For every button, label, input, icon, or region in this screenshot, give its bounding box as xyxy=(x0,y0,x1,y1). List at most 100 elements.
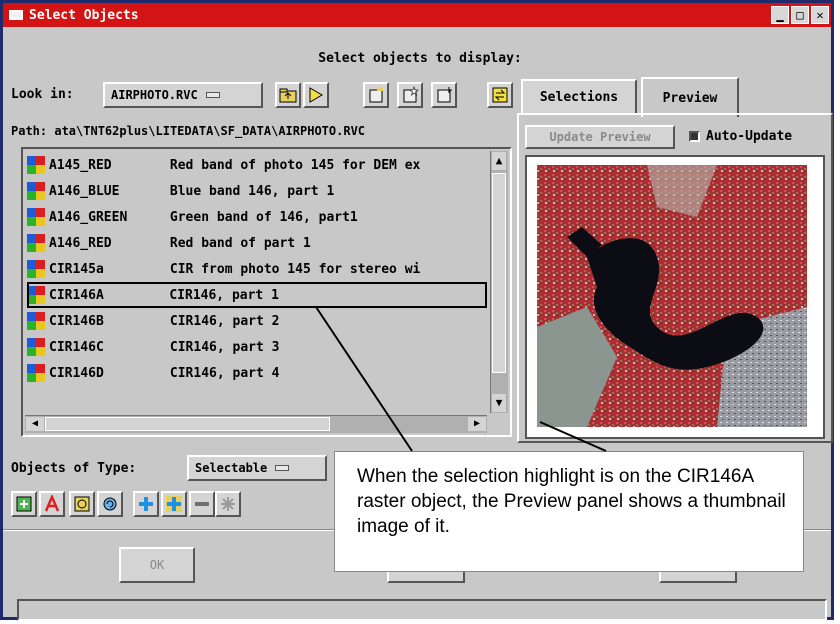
remove-minus-button[interactable] xyxy=(189,491,215,517)
title-bar[interactable]: Select Objects ▁ □ ✕ xyxy=(3,3,831,27)
raster-icon xyxy=(27,260,45,278)
scroll-left-icon[interactable]: ◀ xyxy=(26,417,44,431)
object-name: CIR145a xyxy=(49,261,104,277)
raster-icon xyxy=(27,338,45,356)
objects-of-type-label: Objects of Type: xyxy=(11,461,137,476)
object-name: A146_RED xyxy=(49,235,112,251)
swap-icon xyxy=(492,87,508,103)
object-name: A145_RED xyxy=(49,157,112,173)
add-plus-yellow-button[interactable] xyxy=(161,491,187,517)
path-display: Path: ata\TNT62plus\LITEDATA\SF_DATA\AIR… xyxy=(11,124,365,138)
path-value: ata\TNT62plus\LITEDATA\SF_DATA\AIRPHOTO.… xyxy=(54,124,366,138)
new-file-sparkle-button[interactable] xyxy=(431,82,457,108)
raster-icon xyxy=(27,364,45,382)
raster-icon xyxy=(27,156,45,174)
objects-of-type-value: Selectable xyxy=(195,461,268,475)
list-item[interactable]: A146_RED Red band of part 1 xyxy=(27,230,489,256)
look-in-label: Look in: xyxy=(11,87,74,102)
list-item[interactable]: CIR146B CIR146, part 2 xyxy=(27,308,489,334)
preview-thumbnail xyxy=(525,155,825,439)
object-name: A146_BLUE xyxy=(49,183,120,199)
add-plus-button[interactable] xyxy=(133,491,159,517)
object-name: CIR146D xyxy=(49,365,104,381)
object-name: CIR146B xyxy=(49,313,104,329)
refresh-icon xyxy=(103,497,117,511)
list-item[interactable]: A146_GREEN Green band of 146, part1 xyxy=(27,204,489,230)
list-item[interactable]: A146_BLUE Blue band 146, part 1 xyxy=(27,178,489,204)
tag-button[interactable] xyxy=(69,491,95,517)
swap-button[interactable] xyxy=(487,82,513,108)
tab-selections-label: Selections xyxy=(539,89,619,105)
scroll-down-icon[interactable]: ▼ xyxy=(492,394,506,412)
horizontal-scroll-thumb[interactable] xyxy=(45,417,330,431)
tab-preview[interactable]: Preview xyxy=(641,77,739,117)
refresh-button[interactable] xyxy=(97,491,123,517)
dropdown-arrow-icon xyxy=(275,465,290,471)
scroll-right-icon[interactable]: ▶ xyxy=(468,417,486,431)
ok-button[interactable]: OK xyxy=(119,547,195,583)
scroll-up-icon[interactable]: ▲ xyxy=(492,152,506,170)
new-file-icon xyxy=(369,87,383,103)
new-file-star-button[interactable] xyxy=(397,82,423,108)
folder-up-button[interactable] xyxy=(275,82,301,108)
object-description: Red band of photo 145 for DEM ex xyxy=(169,157,421,173)
auto-update-toggle[interactable]: Auto-Update xyxy=(689,129,792,144)
minimize-icon[interactable]: ▁ xyxy=(771,6,789,24)
tab-selections[interactable]: Selections xyxy=(521,79,637,115)
close-icon[interactable]: ✕ xyxy=(811,6,829,24)
maximize-icon[interactable]: □ xyxy=(791,6,809,24)
auto-update-label: Auto-Update xyxy=(706,129,793,144)
preview-image xyxy=(537,165,807,427)
new-object-button[interactable] xyxy=(363,82,389,108)
object-description: Green band of 146, part1 xyxy=(169,209,358,225)
folder-up-icon xyxy=(279,88,297,103)
vertical-scrollbar[interactable]: ▲ ▼ xyxy=(490,151,508,413)
new-file-star-icon xyxy=(403,86,419,103)
object-description: CIR146, part 2 xyxy=(169,313,280,329)
list-item[interactable]: CIR145a CIR from photo 145 for stereo wi xyxy=(27,256,489,282)
add-plus-yellow-icon xyxy=(166,496,182,512)
dropdown-arrow-icon xyxy=(205,92,220,98)
remove-minus-icon xyxy=(195,502,209,506)
object-name: CIR146A xyxy=(49,287,104,303)
preview-panel: Update Preview Auto-Update xyxy=(517,113,833,443)
object-description: CIR146, part 4 xyxy=(169,365,280,381)
object-description: Blue band 146, part 1 xyxy=(169,183,335,199)
raster-icon xyxy=(27,182,45,200)
path-label: Path: xyxy=(11,124,48,138)
horizontal-scrollbar[interactable]: ◀ ▶ xyxy=(25,415,487,433)
list-item[interactable]: CIR146D CIR146, part 4 xyxy=(27,360,489,386)
vertical-scroll-thumb[interactable] xyxy=(492,173,506,373)
navigate-button[interactable] xyxy=(303,82,329,108)
object-description: CIR146, part 3 xyxy=(169,339,280,355)
object-description: Red band of part 1 xyxy=(169,235,311,251)
tab-preview-label: Preview xyxy=(662,90,718,106)
object-list-rows: A145_RED Red band of photo 145 for DEM ex… xyxy=(27,152,489,386)
auto-update-checkbox[interactable] xyxy=(689,131,700,142)
window-menu-icon[interactable] xyxy=(9,10,23,20)
object-list[interactable]: A145_RED Red band of photo 145 for DEM ex… xyxy=(21,147,512,437)
new-file-sparkle-icon xyxy=(437,87,452,103)
raster-icon xyxy=(27,286,45,304)
raster-a-button[interactable] xyxy=(39,491,65,517)
window-title: Select Objects xyxy=(29,7,139,23)
objects-of-type-dropdown[interactable]: Selectable xyxy=(187,455,327,481)
object-description: CIR146, part 1 xyxy=(169,287,279,303)
list-item[interactable]: A145_RED Red band of photo 145 for DEM ex xyxy=(27,152,489,178)
callout-text: When the selection highlight is on the C… xyxy=(357,466,786,537)
remove-all-button[interactable] xyxy=(215,491,241,517)
look-in-value: AIRPHOTO.RVC xyxy=(111,88,198,102)
status-bar xyxy=(17,599,827,621)
tag-icon xyxy=(74,496,90,512)
object-description: CIR from photo 145 for stereo wi xyxy=(169,261,421,277)
raster-icon xyxy=(27,234,45,252)
update-preview-label: Update Preview xyxy=(549,130,651,144)
add-plus-icon xyxy=(139,497,153,511)
update-preview-button[interactable]: Update Preview xyxy=(525,125,675,149)
look-in-dropdown[interactable]: AIRPHOTO.RVC xyxy=(103,82,263,108)
list-item[interactable]: CIR146A CIR146, part 1 xyxy=(27,282,487,308)
raster-a-icon xyxy=(44,495,60,512)
ok-button-label: OK xyxy=(149,558,165,572)
add-object-button[interactable] xyxy=(11,491,37,517)
list-item[interactable]: CIR146C CIR146, part 3 xyxy=(27,334,489,360)
